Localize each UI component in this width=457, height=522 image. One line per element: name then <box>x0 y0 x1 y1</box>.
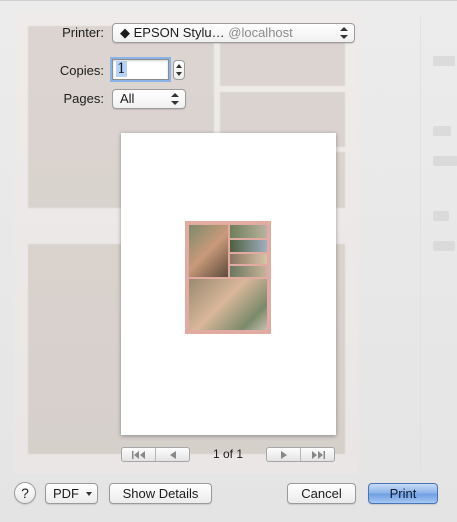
copies-label: Copies: <box>59 63 104 78</box>
first-page-icon <box>131 450 145 459</box>
page-counter: 1 of 1 <box>212 447 244 461</box>
popup-arrows-icon <box>340 26 348 40</box>
pdf-button-label: PDF <box>53 486 79 501</box>
printer-popup[interactable]: ◆ EPSON Stylu… @localhost <box>112 23 355 43</box>
show-details-button[interactable]: Show Details <box>109 483 212 504</box>
last-page-icon <box>311 450 325 459</box>
page-preview <box>121 133 336 435</box>
help-button[interactable]: ? <box>14 482 36 504</box>
pdf-button[interactable]: PDF <box>45 483 98 504</box>
previous-page-icon <box>169 450 176 459</box>
dropdown-arrow-icon <box>86 492 92 496</box>
popup-arrows-icon <box>171 92 179 106</box>
copies-value: 1 <box>116 61 127 77</box>
print-dialog: Printer: ◆ EPSON Stylu… @localhost Copie… <box>0 0 457 522</box>
first-page-button[interactable] <box>122 448 155 461</box>
background-sidebar <box>420 16 457 471</box>
cancel-button[interactable]: Cancel <box>287 483 356 504</box>
photo-collage-thumbnail <box>185 221 271 334</box>
pages-popup[interactable]: All <box>112 89 186 109</box>
next-page-icon <box>280 450 287 459</box>
printer-host: @localhost <box>228 25 293 40</box>
help-icon: ? <box>21 485 29 501</box>
next-page-button[interactable] <box>267 448 300 461</box>
pages-label: Pages: <box>63 91 104 106</box>
page-nav-back-group <box>121 447 190 462</box>
copies-field[interactable]: 1 <box>112 59 169 80</box>
print-button[interactable]: Print <box>368 483 438 504</box>
printer-label: Printer: <box>62 25 104 40</box>
pages-value: All <box>120 91 135 106</box>
previous-page-button[interactable] <box>155 448 189 461</box>
copies-stepper[interactable] <box>173 60 185 80</box>
page-nav-forward-group <box>266 447 335 462</box>
printer-name: ◆ EPSON Stylu… <box>120 25 225 40</box>
last-page-button[interactable] <box>300 448 334 461</box>
